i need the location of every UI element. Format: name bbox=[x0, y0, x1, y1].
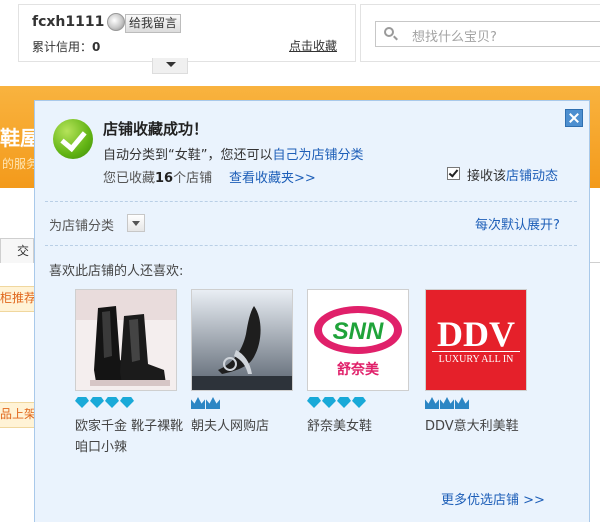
collected-count: 16 bbox=[155, 171, 174, 186]
shop-updates-link[interactable]: 店铺动态 bbox=[506, 169, 558, 184]
heel-shoe-image bbox=[192, 290, 292, 390]
diamond-icon bbox=[352, 397, 366, 408]
diamond-icon bbox=[105, 397, 119, 408]
snn-logo: SNN 舒奈美 bbox=[308, 290, 408, 390]
section-header: 柜推荐 bbox=[0, 286, 36, 312]
receive-prefix: 接收该 bbox=[467, 169, 507, 184]
search-input[interactable]: 想找什么宝贝? bbox=[375, 21, 600, 47]
shop-name-link[interactable]: 欧家千金 靴子裸靴 咱口小辣 bbox=[75, 416, 187, 458]
ddv-logo-text: DDV bbox=[437, 314, 515, 354]
snn-logo-text: SNN bbox=[333, 318, 384, 345]
diamond-icon bbox=[90, 397, 104, 408]
snn-logo-subtext: 舒奈美 bbox=[337, 361, 380, 378]
close-icon[interactable] bbox=[565, 109, 583, 127]
shop-rating bbox=[191, 397, 221, 411]
banner-subtitle: 的服务 bbox=[2, 157, 39, 171]
shop-thumbnail[interactable]: SNN 舒奈美 bbox=[307, 289, 409, 391]
nav-tab[interactable]: 交 bbox=[0, 238, 34, 263]
boots-image bbox=[76, 290, 176, 390]
shop-rating bbox=[75, 397, 135, 411]
popup-title: 店铺收藏成功！ bbox=[103, 120, 209, 138]
shop-thumbnail[interactable] bbox=[191, 289, 293, 391]
view-favorites-link[interactable]: 查看收藏夹>> bbox=[229, 167, 316, 186]
search-icon bbox=[384, 27, 394, 37]
shop-rating bbox=[425, 397, 470, 411]
receive-updates-checkbox[interactable] bbox=[447, 167, 460, 180]
ddv-logo-subtext: LUXURY ALL IN bbox=[439, 354, 514, 365]
more-shops-link[interactable]: 更多优选店铺 >> bbox=[441, 489, 545, 508]
shop-name-link[interactable]: 舒奈美女鞋 bbox=[307, 416, 419, 437]
collected-count-text: 您已收藏16个店铺 bbox=[103, 167, 212, 186]
collected-suffix: 个店铺 bbox=[173, 171, 213, 186]
search-area: 想找什么宝贝? bbox=[360, 4, 600, 62]
divider bbox=[45, 201, 577, 202]
crown-icon bbox=[440, 397, 454, 409]
diamond-icon bbox=[307, 397, 321, 408]
diamond-icon bbox=[322, 397, 336, 408]
collected-prefix: 您已收藏 bbox=[103, 171, 156, 186]
diamond-icon bbox=[75, 397, 89, 408]
receive-updates-label: 接收该店铺动态 bbox=[467, 165, 558, 184]
shop-rating bbox=[307, 397, 367, 411]
shop-thumbnail[interactable] bbox=[75, 289, 177, 391]
leave-message-button[interactable]: 给我留言 bbox=[125, 14, 182, 33]
seller-info-box: fcxh1111 给我留言 累计信用：0 点击收藏 bbox=[18, 4, 356, 62]
crown-icon bbox=[206, 397, 220, 409]
seller-name[interactable]: fcxh1111 bbox=[32, 14, 104, 30]
category-dropdown[interactable] bbox=[127, 214, 145, 232]
wangwang-icon[interactable] bbox=[107, 13, 125, 31]
crown-icon bbox=[191, 397, 205, 409]
shop-thumbnail[interactable]: DDV LUXURY ALL IN bbox=[425, 289, 527, 391]
add-favorite-link[interactable]: 点击收藏 bbox=[289, 37, 337, 54]
shop-name-link[interactable]: 朝夫人网购店 bbox=[191, 416, 303, 437]
credit-label: 累计信用： bbox=[32, 40, 93, 54]
diamond-icon bbox=[337, 397, 351, 408]
diamond-icon bbox=[120, 397, 134, 408]
divider bbox=[45, 245, 577, 246]
default-expand-link[interactable]: 每次默认展开? bbox=[475, 214, 560, 233]
crown-icon bbox=[425, 397, 439, 409]
favorite-success-popup: 店铺收藏成功！ 自动分类到“女鞋”，您还可以自己为店铺分类 您已收藏16个店铺 … bbox=[34, 100, 590, 522]
search-placeholder: 想找什么宝贝? bbox=[412, 30, 497, 45]
section-header: 品上架 bbox=[0, 402, 36, 428]
expand-dropdown-button[interactable] bbox=[152, 58, 188, 74]
credit-rating: 累计信用：0 bbox=[32, 38, 100, 55]
crown-icon bbox=[455, 397, 469, 409]
auto-category-text: 自动分类到“女鞋”，您还可以自己为店铺分类 bbox=[103, 144, 364, 163]
custom-category-link[interactable]: 自己为店铺分类 bbox=[272, 148, 363, 163]
success-check-icon bbox=[53, 119, 93, 159]
ddv-logo: DDV LUXURY ALL IN bbox=[426, 290, 526, 390]
category-label: 为店铺分类 bbox=[49, 219, 115, 234]
auto-category-prefix: 自动分类到“女鞋”，您还可以 bbox=[103, 148, 273, 163]
credit-value: 0 bbox=[92, 40, 101, 54]
shop-name-link[interactable]: DDV意大利美鞋 bbox=[425, 416, 537, 437]
also-like-heading: 喜欢此店铺的人还喜欢: bbox=[49, 264, 184, 279]
